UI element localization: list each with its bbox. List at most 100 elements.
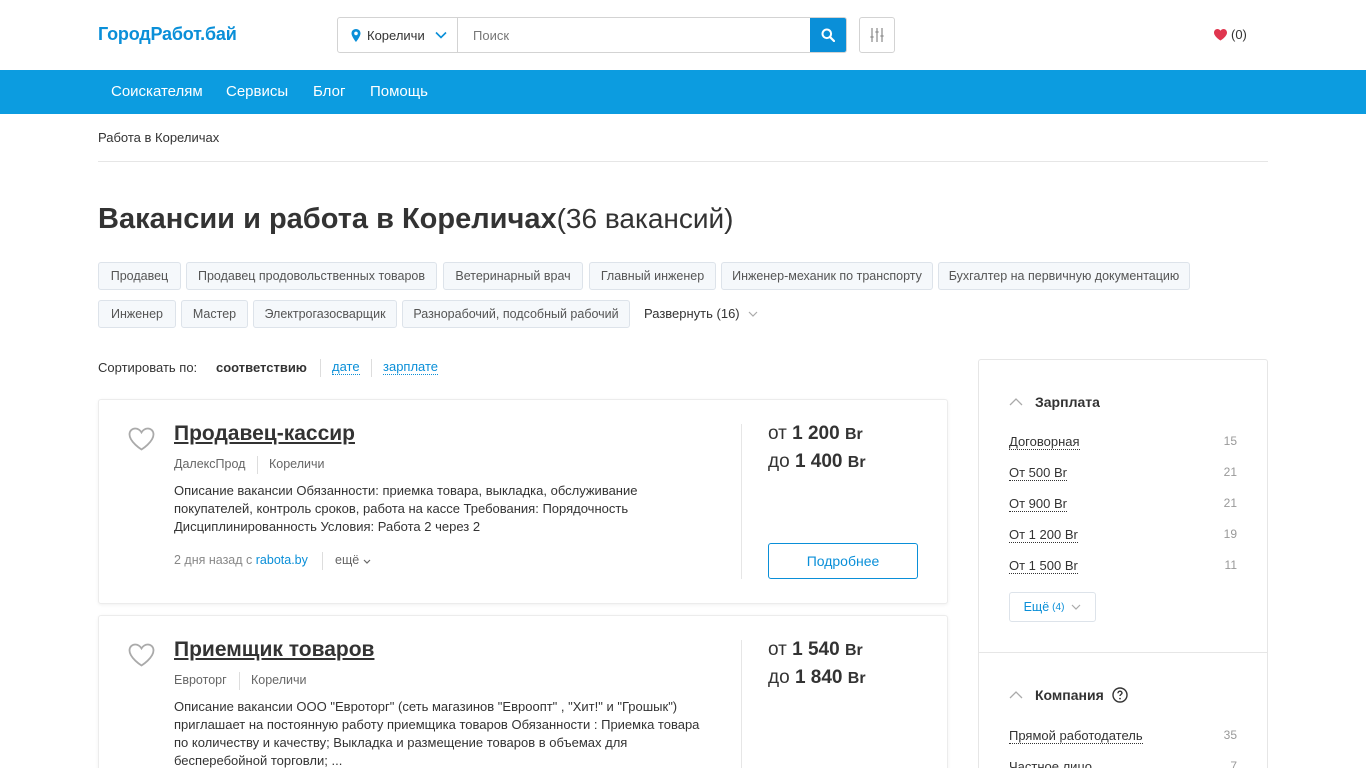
vacancy-title-link[interactable]: Приемщик товаров xyxy=(174,638,374,662)
company-filter-option[interactable]: Прямой работодатель xyxy=(1009,728,1143,744)
show-more-button[interactable]: Ещё (4) xyxy=(1009,592,1096,622)
details-button[interactable]: Подробнее xyxy=(768,543,918,579)
option-count: 35 xyxy=(1223,728,1237,742)
salary-filter-option[interactable]: От 1 500 Br xyxy=(1009,558,1078,574)
divider xyxy=(741,424,742,579)
favorite-heart-icon[interactable] xyxy=(128,643,155,667)
search-button[interactable] xyxy=(810,18,846,52)
currency: Br xyxy=(844,426,863,443)
vacancy-description: Описание вакансии ООО "Евроторг" (сеть м… xyxy=(174,699,700,768)
heart-icon xyxy=(1214,28,1227,40)
chevron-up-icon xyxy=(1009,691,1023,699)
company-name: Евроторг xyxy=(174,673,227,687)
favorites-link[interactable]: (0) xyxy=(1214,27,1247,42)
favorite-heart-icon[interactable] xyxy=(128,427,155,451)
filters-sidebar: Зарплата Договорная 15 От 500 Br 21 От 9… xyxy=(978,359,1268,768)
tag-item[interactable]: Бухгалтер на первичную документацию xyxy=(938,262,1190,290)
tag-item[interactable]: Главный инженер xyxy=(589,262,716,290)
divider xyxy=(98,161,1268,162)
chevron-down-icon xyxy=(1071,604,1081,610)
tag-item[interactable]: Электрогазосварщик xyxy=(253,300,397,328)
nav-item-jobseekers[interactable]: Соискателям xyxy=(111,83,203,100)
more-toggle[interactable]: ещё xyxy=(335,553,371,567)
tag-item[interactable]: Мастер xyxy=(181,300,248,328)
option-count: 21 xyxy=(1223,496,1237,510)
tag-item[interactable]: Инженер xyxy=(98,300,176,328)
vacancy-card: Продавец-кассир ДалексПрод Кореличи Опис… xyxy=(98,399,948,604)
breadcrumb[interactable]: Работа в Кореличах xyxy=(98,130,219,145)
vacancy-description: Описание вакансии Обязанности: приемка т… xyxy=(174,483,638,534)
nav-item-blog[interactable]: Блог xyxy=(313,83,345,100)
sort-salary-link[interactable]: зарплате xyxy=(383,360,439,375)
source-link[interactable]: rabota.by xyxy=(256,553,308,567)
vacancy-card: Приемщик товаров Евроторг Кореличи Описа… xyxy=(98,615,948,768)
tag-item[interactable]: Ветеринарный врач xyxy=(443,262,583,290)
salary-prefix: до xyxy=(768,451,790,472)
logo[interactable]: ГородРабот.бай xyxy=(98,24,237,45)
company-filter-option[interactable]: Частное лицо xyxy=(1009,759,1092,768)
option-count: 7 xyxy=(1230,759,1237,768)
option-count: 21 xyxy=(1223,465,1237,479)
salary-filter-option[interactable]: От 500 Br xyxy=(1009,465,1067,481)
expand-label: Развернуть (16) xyxy=(644,306,740,321)
sort-relevance[interactable]: соответствию xyxy=(216,360,307,375)
salary-filter-title: Зарплата xyxy=(1035,394,1100,410)
vacancy-count: (36 вакансий) xyxy=(556,203,734,234)
search-icon xyxy=(821,28,835,42)
currency: Br xyxy=(844,642,863,659)
sort-date-link[interactable]: дате xyxy=(332,360,360,375)
tag-item[interactable]: Продавец продовольственных товаров xyxy=(186,262,437,290)
filter-button[interactable] xyxy=(859,17,895,53)
posted-time: 2 дня назад с xyxy=(174,553,256,567)
salary-amount: 1 200 xyxy=(792,423,840,444)
page-title: Вакансии и работа в Кореличах(36 ваканси… xyxy=(98,203,733,236)
salary-amount: 1 840 xyxy=(794,667,843,688)
option-count: 19 xyxy=(1223,527,1237,541)
separator xyxy=(257,456,258,474)
salary-to: до 1 400 Br xyxy=(768,451,866,473)
salary-filter-header[interactable]: Зарплата xyxy=(1009,394,1100,410)
salary-filter-option[interactable]: От 1 200 Br xyxy=(1009,527,1078,543)
chevron-down-icon xyxy=(363,559,371,564)
location-select[interactable]: Кореличи xyxy=(338,18,458,52)
location-label: Кореличи xyxy=(367,27,425,43)
sliders-icon xyxy=(870,28,884,42)
nav-item-services[interactable]: Сервисы xyxy=(226,83,288,100)
salary-from: от 1 200 Br xyxy=(768,423,863,445)
salary-filter-option[interactable]: От 900 Br xyxy=(1009,496,1067,512)
posted-info: 2 дня назад с rabota.by xyxy=(174,553,308,567)
location-pin-icon xyxy=(351,28,361,42)
salary-amount: 1 400 xyxy=(794,451,843,472)
favorites-count: (0) xyxy=(1231,27,1247,42)
currency: Br xyxy=(847,454,866,471)
company-filter-title: Компания xyxy=(1035,687,1104,703)
separator xyxy=(322,552,323,570)
salary-from: от 1 540 Br xyxy=(768,639,863,661)
salary-prefix: от xyxy=(768,423,787,444)
tag-item[interactable]: Продавец xyxy=(98,262,181,290)
main-nav: Соискателям Сервисы Блог Помощь xyxy=(0,70,1366,114)
help-icon[interactable] xyxy=(1112,687,1128,703)
salary-amount: 1 540 xyxy=(792,639,840,660)
vacancy-city: Кореличи xyxy=(251,673,307,687)
header: ГородРабот.бай Кореличи (0) xyxy=(0,0,1366,70)
separator xyxy=(239,672,240,690)
show-more-count: (4) xyxy=(1052,601,1065,613)
chevron-up-icon xyxy=(1009,398,1023,406)
more-label: ещё xyxy=(335,553,360,567)
chevron-down-icon xyxy=(435,31,447,39)
company-name: ДалексПрод xyxy=(174,457,246,471)
vacancy-title-link[interactable]: Продавец-кассир xyxy=(174,422,355,446)
company-filter-header[interactable]: Компания xyxy=(1009,687,1128,703)
tag-item[interactable]: Разнорабочий, подсобный рабочий xyxy=(402,300,630,328)
option-count: 15 xyxy=(1223,434,1237,448)
nav-item-help[interactable]: Помощь xyxy=(370,83,428,100)
expand-tags-button[interactable]: Развернуть (16) xyxy=(644,306,758,321)
salary-filter-option[interactable]: Договорная xyxy=(1009,434,1080,450)
page-title-text: Вакансии и работа в Кореличах xyxy=(98,203,557,235)
search-input[interactable] xyxy=(458,18,810,52)
search-bar: Кореличи xyxy=(337,17,847,53)
salary-prefix: от xyxy=(768,639,787,660)
salary-to: до 1 840 Br xyxy=(768,667,866,689)
tag-item[interactable]: Инженер-механик по транспорту xyxy=(721,262,933,290)
